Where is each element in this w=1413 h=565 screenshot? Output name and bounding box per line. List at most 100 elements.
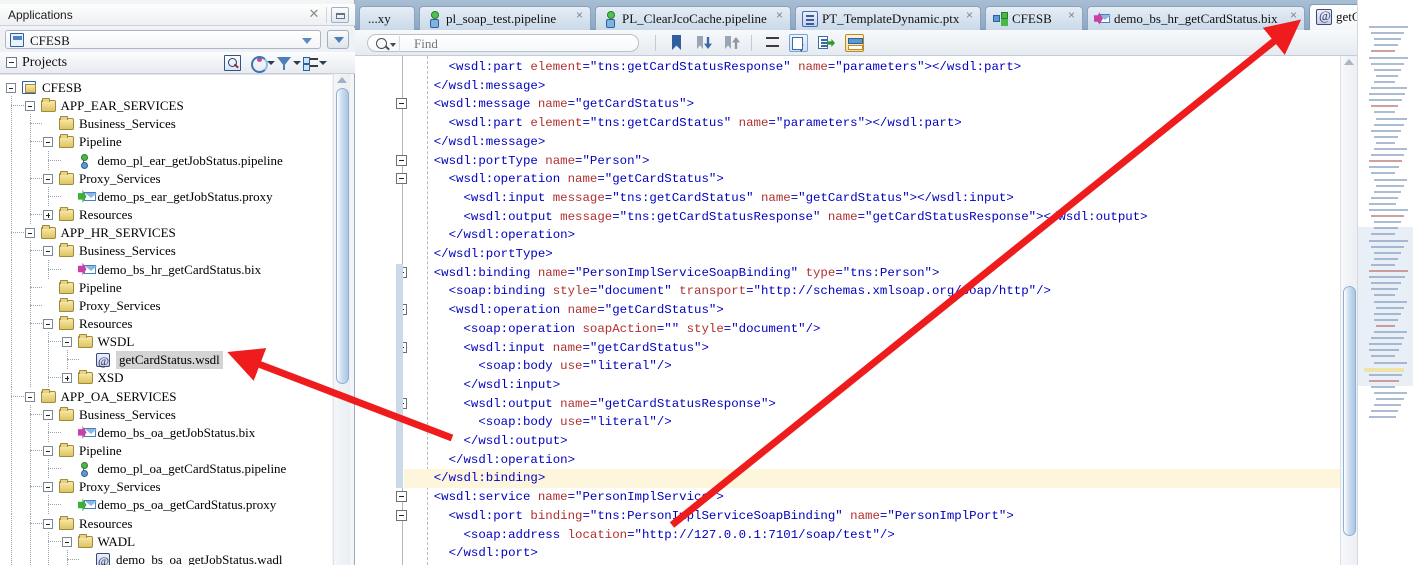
code-line[interactable]: <wsdl:part element="tns:getCardStatusRes… <box>404 58 1022 77</box>
find-box[interactable] <box>367 34 639 52</box>
toggle-bookmark-icon[interactable] <box>667 34 686 52</box>
code-line[interactable]: </wsdl:output> <box>404 432 568 451</box>
code-line[interactable]: </wsdl:portType> <box>404 245 553 264</box>
tab-close-icon[interactable]: × <box>774 9 785 21</box>
code-content[interactable]: <wsdl:part element="tns:getCardStatusRes… <box>404 56 1413 565</box>
previous-bookmark-icon[interactable] <box>723 34 742 52</box>
code-minimap[interactable] <box>1357 0 1413 565</box>
code-editor[interactable]: <wsdl:part element="tns:getCardStatusRes… <box>355 56 1413 565</box>
code-line[interactable]: </wsdl:operation> <box>404 226 575 245</box>
filter-icon[interactable] <box>276 55 301 71</box>
code-line[interactable]: <wsdl:output name="getCardStatusResponse… <box>404 395 776 414</box>
chevron-down-icon[interactable] <box>390 43 396 47</box>
collapse-icon[interactable] <box>43 482 53 493</box>
code-line[interactable]: <wsdl:operation name="getCardStatus"> <box>404 301 724 320</box>
close-icon[interactable]: ✕ <box>307 7 321 21</box>
folder-icon <box>77 370 93 385</box>
projects-tree[interactable]: CFESB APP_EAR_SERVICES Business_Services Pi… <box>0 74 332 565</box>
code-line[interactable]: </wsdl:message> <box>404 77 546 96</box>
go-to-line-icon[interactable] <box>817 34 836 52</box>
tab-close-icon[interactable]: × <box>1066 9 1077 21</box>
folder-icon <box>40 388 56 403</box>
tab-close-icon[interactable]: × <box>1288 9 1299 21</box>
editor-scrollbar[interactable] <box>1340 56 1357 565</box>
scrollbar-thumb[interactable] <box>1343 286 1356 536</box>
code-line[interactable]: <soap:body use="literal"/> <box>404 413 671 432</box>
select-element-icon[interactable] <box>789 34 808 52</box>
code-line[interactable]: <wsdl:part element="tns:getCardStatus" n… <box>404 114 962 133</box>
view-options-icon[interactable] <box>302 55 327 71</box>
editor-tab[interactable]: CFESB × <box>985 6 1083 30</box>
find-in-projects-icon[interactable] <box>224 55 241 71</box>
scrollbar-thumb[interactable] <box>336 88 349 384</box>
code-line[interactable]: <wsdl:service name="PersonImplService"> <box>404 488 724 507</box>
code-line[interactable]: <soap:binding style="document" transport… <box>404 282 1051 301</box>
minimap-line <box>1368 209 1408 211</box>
collapse-icon[interactable] <box>6 83 16 93</box>
tree-guide-line <box>11 332 12 352</box>
code-line[interactable]: <wsdl:input name="getCardStatus"> <box>404 339 709 358</box>
code-line[interactable]: <soap:address location="http://127.0.0.1… <box>404 526 895 545</box>
next-bookmark-icon[interactable] <box>695 34 714 52</box>
collapse-icon[interactable] <box>24 228 35 239</box>
minimize-icon[interactable] <box>331 7 349 23</box>
collapse-icon[interactable] <box>43 137 53 148</box>
code-line[interactable]: <wsdl:input message="tns:getCardStatus" … <box>404 189 1014 208</box>
code-line[interactable]: </wsdl:binding> <box>404 469 1413 489</box>
editor-tab[interactable]: ...xy <box>359 6 415 30</box>
collapse-icon[interactable] <box>24 101 35 112</box>
collapse-icon[interactable] <box>43 246 53 257</box>
code-line[interactable]: <wsdl:operation name="getCardStatus"> <box>404 170 724 189</box>
minimap-line <box>1368 239 1408 242</box>
code-line[interactable]: </wsdl:message> <box>404 133 546 152</box>
code-line[interactable]: <wsdl:portType name="Person"> <box>404 152 650 171</box>
expand-icon[interactable] <box>61 373 72 384</box>
properties-icon[interactable] <box>845 34 864 52</box>
collapse-icon[interactable] <box>43 409 53 420</box>
collapse-icon[interactable] <box>43 173 53 184</box>
collapse-icon[interactable] <box>61 536 72 547</box>
projects-tree-scrollbar[interactable] <box>333 74 350 565</box>
collapse-icon[interactable] <box>61 337 72 348</box>
code-token: <wsdl:message <box>433 97 538 112</box>
code-line[interactable]: <soap:operation soapAction="" style="doc… <box>404 320 821 339</box>
scroll-up-icon[interactable] <box>1344 59 1354 65</box>
editor-tab[interactable]: pl_soap_test.pipeline × <box>419 6 591 30</box>
tab-close-icon[interactable]: × <box>964 9 975 21</box>
expand-icon[interactable] <box>43 210 53 221</box>
find-input[interactable] <box>412 35 632 52</box>
tree-guide-line <box>29 459 31 479</box>
application-combo[interactable]: CFESB <box>5 30 321 49</box>
collapse-icon[interactable] <box>43 518 53 529</box>
collapse-icon[interactable] <box>43 446 53 456</box>
minimap-line <box>1373 318 1399 321</box>
editor-tab[interactable]: demo_bs_hr_getCardStatus.bix × <box>1087 6 1305 30</box>
collapse-icon[interactable] <box>43 318 53 329</box>
code-line[interactable]: </wsdl:operation> <box>404 451 575 470</box>
code-line[interactable]: <soap:body use="literal"/> <box>404 357 671 376</box>
minimap-line <box>1373 294 1396 297</box>
editor-tab[interactable]: PL_ClearJcoCache.pipeline × <box>595 6 791 30</box>
code-line[interactable]: <wsdl:port binding="tns:PersonImplServic… <box>404 507 1014 526</box>
scroll-up-icon[interactable] <box>337 77 347 83</box>
code-line[interactable]: </wsdl:port> <box>404 544 538 563</box>
tree-item-label: getCardStatus.wsdl <box>116 351 223 370</box>
code-line[interactable]: <wsdl:binding name="PersonImplServiceSoa… <box>404 264 940 283</box>
collapse-icon[interactable] <box>24 391 35 402</box>
refresh-sync-icon[interactable] <box>250 55 275 73</box>
tab-close-icon[interactable]: × <box>574 9 585 21</box>
tree-guide-line <box>11 531 12 551</box>
code-line[interactable]: <wsdl:output message="tns:getCardStatusR… <box>404 208 1148 227</box>
format-align-icon[interactable] <box>763 34 782 52</box>
code-line[interactable]: </wsdl:input> <box>404 376 561 395</box>
editor-gutter[interactable] <box>355 56 407 565</box>
code-token: name <box>567 303 598 318</box>
tree-guide-line <box>66 359 79 361</box>
tree-guide-line <box>29 186 31 206</box>
application-menu-button[interactable] <box>327 30 349 49</box>
projects-collapse-toggle[interactable] <box>6 57 17 68</box>
editor-tab[interactable]: PT_TemplateDynamic.ptx × <box>795 6 981 30</box>
minimap-line <box>1373 331 1408 333</box>
code-line[interactable]: <wsdl:message name="getCardStatus"> <box>404 95 694 114</box>
